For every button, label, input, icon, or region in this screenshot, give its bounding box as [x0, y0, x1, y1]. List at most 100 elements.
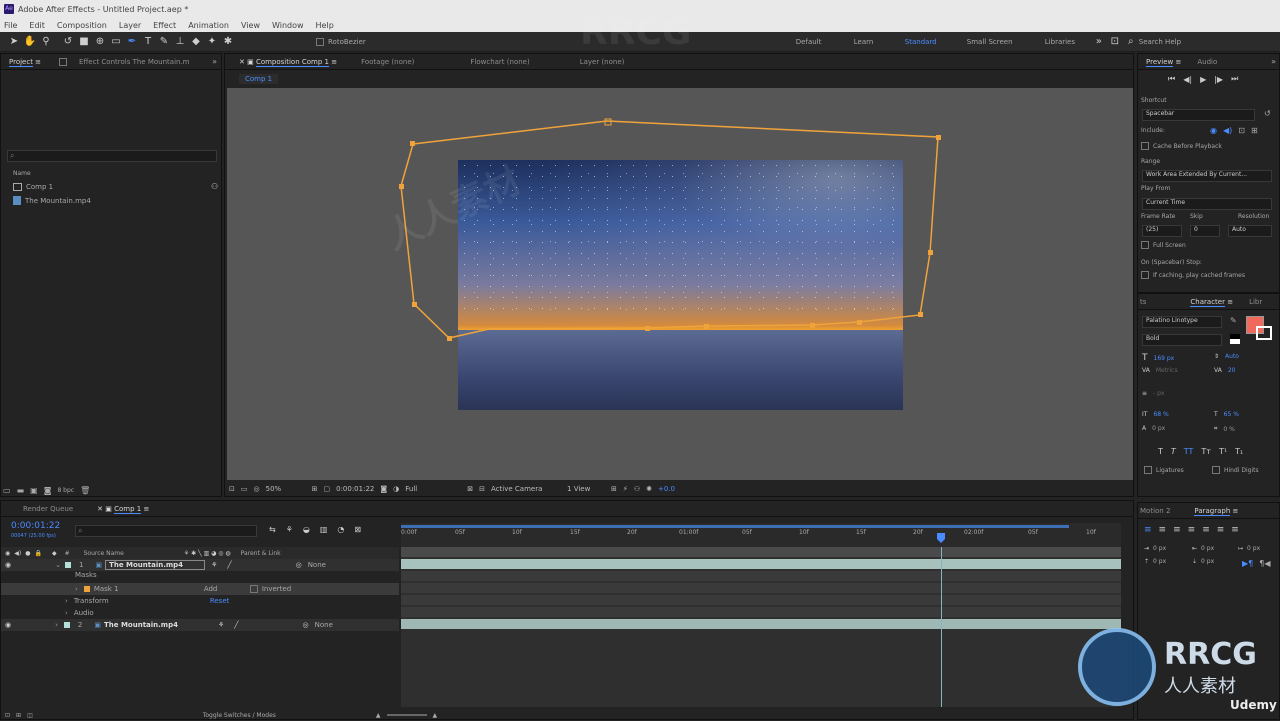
- first-frame-icon[interactable]: ⏮: [1168, 74, 1175, 84]
- audio-group[interactable]: › Audio: [65, 607, 94, 619]
- rtl-direction-icon[interactable]: ¶◀: [1259, 559, 1270, 568]
- tab-libraries[interactable]: Libr: [1241, 294, 1270, 310]
- label-header-icon[interactable]: ◆: [52, 550, 57, 557]
- flowchart-view-icon[interactable]: ⚇: [634, 485, 640, 493]
- vertical-scale-control[interactable]: IT 68 %: [1142, 411, 1169, 418]
- shortcut-select[interactable]: Spacebar: [1142, 109, 1255, 121]
- workspace-standard[interactable]: Standard: [905, 38, 967, 46]
- layer-1-parent-select[interactable]: None: [308, 561, 358, 569]
- new-comp-icon[interactable]: ▣: [30, 486, 38, 495]
- leading-control[interactable]: ⇕ Auto: [1214, 353, 1239, 360]
- clone-stamp-tool-icon[interactable]: ⊥: [172, 34, 188, 50]
- bpc-label[interactable]: 8 bpc: [57, 487, 74, 494]
- tab-project[interactable]: Project ≡: [1, 54, 49, 70]
- layer-switches-toggle-icon[interactable]: ⊡: [5, 712, 10, 719]
- space-before-control[interactable]: ⇡ 0 px: [1144, 558, 1166, 565]
- mask-1-mode-select[interactable]: Add: [204, 585, 244, 593]
- project-settings-icon[interactable]: ◙: [44, 486, 52, 495]
- motion-blur-icon[interactable]: ◔: [337, 525, 344, 534]
- layer-2-shy-icon[interactable]: ⚘: [218, 621, 224, 629]
- menu-edit[interactable]: Edit: [29, 21, 45, 30]
- justify-right-icon[interactable]: ≡: [1217, 525, 1225, 535]
- justify-center-icon[interactable]: ≡: [1202, 525, 1210, 535]
- justify-all-icon[interactable]: ≡: [1231, 525, 1239, 535]
- tsume-control[interactable]: ⌗ 0 %: [1214, 425, 1235, 433]
- space-after-control[interactable]: ⇣ 0 px: [1192, 558, 1214, 565]
- resolution-preview-select[interactable]: Auto: [1228, 225, 1272, 237]
- small-caps-button[interactable]: Tт: [1201, 447, 1211, 456]
- menu-window[interactable]: Window: [272, 21, 304, 30]
- timeline-current-time[interactable]: 0:00:01:22: [11, 521, 60, 531]
- transparency-grid-icon[interactable]: ⊟: [479, 485, 485, 493]
- layer-row-2[interactable]: ◉ › 2 ▣ The Mountain.mp4 ⚘ ╱ ◎ None: [1, 619, 399, 631]
- faux-bold-button[interactable]: T: [1158, 447, 1163, 456]
- hand-tool-icon[interactable]: ✋: [22, 34, 38, 50]
- tab-render-queue[interactable]: Render Queue: [15, 501, 81, 517]
- layer-1-quality-icon[interactable]: ╱: [227, 561, 231, 569]
- panel-more-icon[interactable]: »: [212, 57, 217, 66]
- align-right-icon[interactable]: ≡: [1173, 525, 1181, 535]
- include-audio-icon[interactable]: ◀): [1223, 126, 1232, 135]
- include-layer-controls-icon[interactable]: ⊞: [1251, 126, 1258, 135]
- layer-1-label-swatch[interactable]: [64, 562, 71, 568]
- layer-2-duration-bar[interactable]: [401, 619, 1121, 629]
- rotobezier-checkbox[interactable]: [316, 37, 324, 46]
- mask-1-name[interactable]: Mask 1: [94, 585, 204, 593]
- comp-mini-flowchart-icon[interactable]: ⇆: [269, 525, 276, 534]
- shy-icon[interactable]: ◒: [303, 525, 310, 534]
- parent-header[interactable]: Parent & Link: [241, 550, 281, 557]
- sync-settings-icon[interactable]: ⊡: [1107, 34, 1123, 50]
- new-folder-icon[interactable]: ▬: [17, 486, 25, 495]
- layer-1-pickwhip-icon[interactable]: ◎: [296, 561, 302, 569]
- current-time-indicator[interactable]: [941, 547, 942, 707]
- more-workspaces-icon[interactable]: »: [1091, 34, 1107, 50]
- toggle-switches-modes[interactable]: Toggle Switches / Modes: [203, 712, 276, 719]
- show-channel-icon[interactable]: ◑: [393, 485, 399, 493]
- timeline-search-input[interactable]: ⌕: [75, 525, 257, 537]
- superscript-button[interactable]: T¹: [1219, 447, 1227, 456]
- resolution-select[interactable]: Full: [405, 485, 461, 493]
- align-center-icon[interactable]: ≡: [1159, 525, 1167, 535]
- ligatures-checkbox[interactable]: Ligatures: [1144, 466, 1184, 474]
- transfer-controls-icon[interactable]: ⊞: [16, 712, 21, 719]
- ltr-direction-icon[interactable]: ▶¶: [1242, 559, 1253, 568]
- layer-switches-header-icon[interactable]: ⚘ ✱ ╲ ▥ ◕ ◎ ◍: [184, 550, 231, 557]
- rectangle-tool-icon[interactable]: ▭: [108, 34, 124, 50]
- workspace-learn[interactable]: Learn: [854, 38, 905, 46]
- menu-file[interactable]: File: [4, 21, 17, 30]
- prev-frame-icon[interactable]: ◀|: [1183, 75, 1192, 84]
- mask-1-color-swatch[interactable]: [83, 586, 90, 592]
- if-caching-checkbox[interactable]: If caching, play cached frames: [1141, 271, 1245, 279]
- panel-more-icon[interactable]: »: [1271, 57, 1276, 66]
- tab-timeline-comp[interactable]: ✕ ▣ Comp 1 ≡: [89, 501, 157, 517]
- play-from-select[interactable]: Current Time: [1142, 198, 1272, 210]
- tab-left-truncated[interactable]: ts: [1138, 294, 1148, 310]
- comp-breadcrumb[interactable]: Comp 1: [239, 74, 279, 84]
- draft-3d-icon[interactable]: ⚘: [286, 525, 293, 534]
- in-out-toggle-icon[interactable]: ◫: [27, 712, 33, 719]
- video-switch-header-icon[interactable]: ◉: [5, 550, 10, 557]
- search-help-field[interactable]: Search Help: [1139, 38, 1181, 46]
- fast-previews-icon[interactable]: ⚡: [623, 485, 628, 493]
- next-frame-icon[interactable]: |▶: [1214, 75, 1223, 84]
- tracking-control[interactable]: VA 20: [1214, 367, 1235, 374]
- baseline-shift-control[interactable]: A0 px: [1142, 425, 1165, 432]
- brush-tool-icon[interactable]: ✎: [156, 34, 172, 50]
- tab-layer[interactable]: Layer (none): [572, 54, 633, 70]
- workspace-small-screen[interactable]: Small Screen: [967, 38, 1045, 46]
- layer-2-expand-icon[interactable]: ›: [55, 621, 58, 629]
- mask-path-overlay[interactable]: [227, 88, 1133, 480]
- workspace-default[interactable]: Default: [796, 38, 854, 46]
- source-name-header[interactable]: Source Name: [84, 550, 124, 557]
- hindi-digits-checkbox[interactable]: Hindi Digits: [1212, 466, 1259, 474]
- pan-behind-tool-icon[interactable]: ⊕: [92, 34, 108, 50]
- number-header[interactable]: #: [65, 550, 70, 557]
- reset-preview-icon[interactable]: ↺: [1264, 109, 1271, 118]
- range-select[interactable]: Work Area Extended By Current...: [1142, 170, 1272, 182]
- menu-composition[interactable]: Composition: [57, 21, 107, 30]
- current-time-readout[interactable]: 0:00:01:22: [336, 485, 374, 493]
- black-white-swatch[interactable]: [1230, 334, 1240, 344]
- eraser-tool-icon[interactable]: ◆: [188, 34, 204, 50]
- camera-select[interactable]: Active Camera: [491, 485, 561, 493]
- menu-layer[interactable]: Layer: [119, 21, 141, 30]
